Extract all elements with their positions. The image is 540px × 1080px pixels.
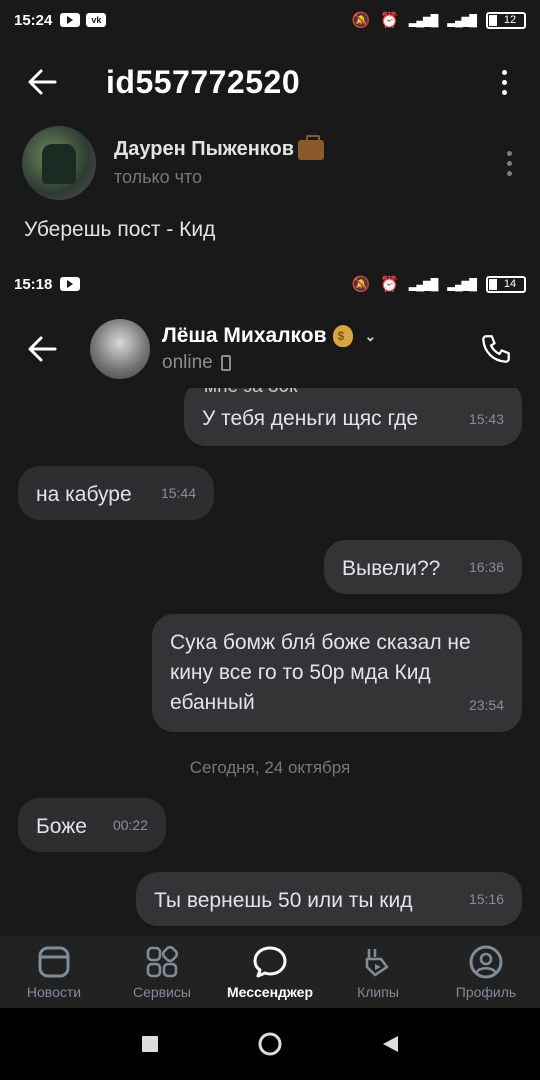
signal-icon: ▂▄▆█: [408, 278, 438, 291]
call-button[interactable]: [476, 329, 516, 369]
contact-info[interactable]: Лёша Михалков ⌄ online: [162, 324, 376, 374]
tab-messenger[interactable]: Мессенджер: [216, 936, 324, 1008]
battery-icon: 12: [486, 11, 526, 29]
message-time: 00:22: [112, 817, 148, 833]
square-icon: [142, 1036, 158, 1052]
battery-icon: 14: [486, 275, 526, 293]
system-nav-bar: [0, 1008, 540, 1080]
contact-name: Лёша Михалков: [162, 324, 327, 347]
message-text: Сука бомж бля́ боже сказал не кину все г…: [170, 631, 471, 714]
profile-icon: [468, 944, 504, 980]
arrow-left-icon: [28, 69, 57, 95]
post-time: только что: [114, 167, 203, 187]
message-time: 15:44: [160, 485, 196, 501]
chat-back-button[interactable]: [24, 331, 60, 367]
message-text: Ты вернешь 50 или ты кид: [154, 889, 413, 912]
chevron-down-icon[interactable]: ⌄: [365, 328, 377, 345]
messenger-icon: [252, 944, 288, 980]
message-text: на кабуре: [36, 483, 132, 506]
message-text: Боже: [36, 815, 87, 838]
vk-icon: vk: [86, 13, 107, 27]
post-header: Даурен Пыженков только что: [22, 126, 522, 200]
message-bubble[interactable]: Ты вернешь 50 или ты кид 15:16: [136, 872, 522, 926]
message-bubble[interactable]: Сука бомж бля́ боже сказал не кину все г…: [152, 614, 522, 732]
message-bubble[interactable]: Боже 00:22: [18, 798, 166, 852]
youtube-icon: [60, 13, 81, 27]
mute-icon: 🔕: [351, 12, 371, 29]
alarm-icon: ⏰: [380, 12, 399, 29]
date-separator: Сегодня, 24 октября: [189, 758, 351, 777]
mobile-device-icon: [220, 355, 231, 371]
bottom-tab-bar: Новости Сервисы Мессенджер Клипы Профиль: [0, 936, 540, 1008]
news-icon: [36, 944, 72, 980]
nav-back-button[interactable]: [370, 1024, 410, 1064]
triangle-back-icon: [383, 1036, 398, 1052]
contact-avatar[interactable]: [90, 319, 150, 379]
message-time: 15:43: [468, 411, 504, 427]
status-bar: 15:24 vk 🔕 ⏰ ▂▄▆█ ▂▄▆█ 12: [0, 0, 540, 40]
message-text: Вывели??: [342, 557, 441, 580]
phone-icon: [482, 335, 510, 363]
tab-services[interactable]: Сервисы: [108, 936, 216, 1008]
home-button[interactable]: [250, 1024, 290, 1064]
message-bubble[interactable]: на кабуре 15:44: [18, 466, 214, 520]
post-author-name[interactable]: Даурен Пыженков: [114, 134, 325, 161]
post-more-button[interactable]: [507, 150, 512, 176]
chat-header: Лёша Михалков ⌄ online: [0, 308, 540, 390]
signal-4g-icon: ▂▄▆█: [447, 278, 476, 291]
message-time: 16:36: [468, 559, 504, 575]
circle-icon: [258, 1032, 282, 1056]
signal-4g-icon: ▂▄▆█: [447, 14, 476, 27]
recents-button[interactable]: [130, 1024, 170, 1064]
status-time-2: 15:18: [14, 275, 53, 293]
message-bubble[interactable]: Вывели?? 16:36: [324, 540, 522, 594]
arrow-left-icon: [28, 336, 57, 362]
services-icon: [144, 944, 180, 980]
contact-status: online: [162, 352, 213, 373]
message-list[interactable]: мне за 30к У тебя деньги щяс где 15:43 н…: [0, 388, 540, 936]
signal-icon: ▂▄▆█: [408, 14, 438, 27]
message-time: 23:54: [468, 697, 504, 713]
status-bar-2: 15:18 🔕 ⏰ ▂▄▆█ ▂▄▆█ 14: [0, 264, 540, 304]
money-bag-icon: [332, 325, 353, 347]
post-text: Уберешь пост - Кид: [24, 218, 216, 241]
top-app-bar: id557772520: [0, 40, 540, 124]
briefcase-icon: [298, 134, 325, 160]
more-menu-button[interactable]: [492, 64, 516, 100]
mute-icon: 🔕: [351, 276, 371, 293]
message-bubble[interactable]: мне за 30к У тебя деньги щяс где 15:43: [184, 388, 522, 446]
message-text: У тебя деньги щяс где: [202, 407, 419, 430]
back-button[interactable]: [24, 64, 60, 100]
tab-news[interactable]: Новости: [0, 936, 108, 1008]
status-time: 15:24: [14, 11, 53, 29]
alarm-icon: ⏰: [380, 276, 399, 293]
tab-clips[interactable]: Клипы: [324, 936, 432, 1008]
tab-profile[interactable]: Профиль: [432, 936, 540, 1008]
page-title: id557772520: [106, 63, 301, 100]
reply-quote: мне за 30к: [204, 388, 297, 402]
post-author-avatar[interactable]: [22, 126, 96, 200]
message-time: 15:16: [468, 891, 504, 907]
youtube-icon: [60, 277, 81, 291]
clips-icon: [360, 944, 396, 980]
